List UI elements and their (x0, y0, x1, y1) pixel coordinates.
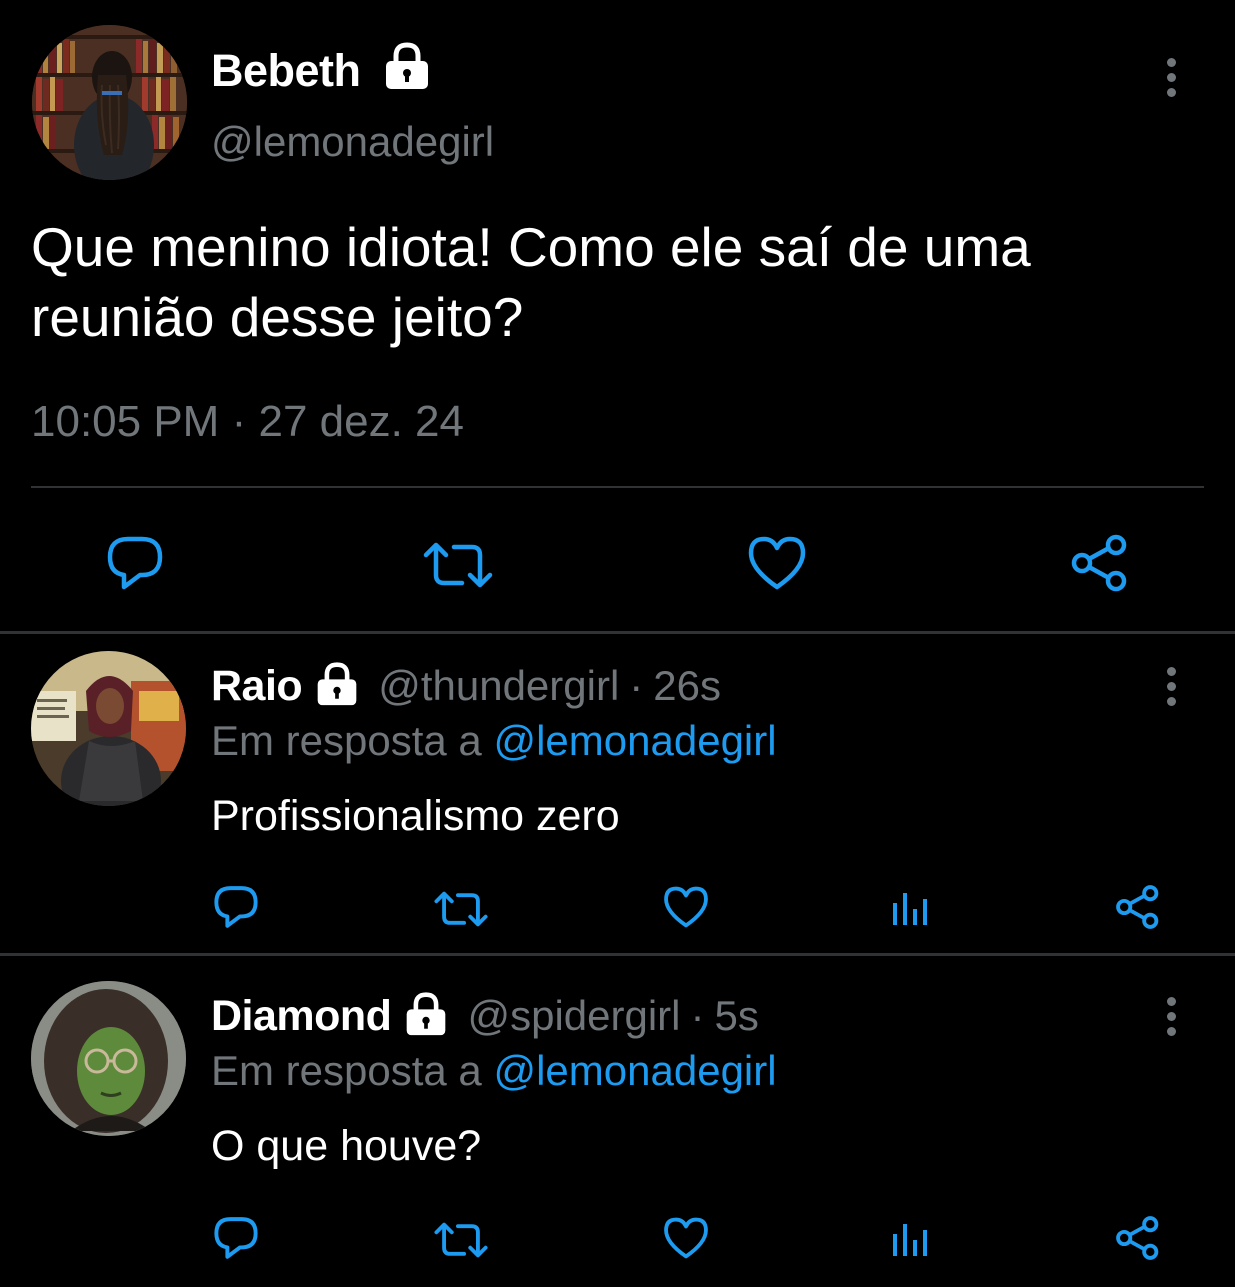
avatar[interactable] (32, 25, 187, 180)
thread-screen: Bebeth @lemonadegirl Que menino idiota! … (0, 0, 1235, 1287)
reply-handle[interactable]: @spidergirl (467, 992, 680, 1040)
author-handle[interactable]: @lemonadegirl (211, 118, 494, 166)
more-vertical-icon[interactable] (1165, 997, 1177, 1042)
share-icon[interactable] (1110, 1210, 1166, 1266)
retweet-icon[interactable] (430, 881, 492, 937)
reply-text: O que houve? (211, 1122, 482, 1170)
replying-to-mention[interactable]: @lemonadegirl (493, 717, 776, 764)
tweet-text: Que menino idiota! Como ele saí de uma r… (31, 216, 1031, 348)
reply-display-name[interactable]: Diamond (211, 992, 392, 1041)
reply-icon[interactable] (208, 1210, 264, 1266)
views-icon[interactable] (885, 881, 937, 937)
replying-to-label: Em resposta a (211, 717, 482, 764)
retweet-icon[interactable] (430, 1212, 492, 1268)
lock-icon (403, 991, 449, 1042)
tweet-actions (0, 520, 1235, 600)
more-vertical-icon[interactable] (1165, 667, 1177, 712)
reply-icon[interactable] (100, 528, 170, 598)
reply-tweet[interactable]: Raio @thundergirl · 26s Em resposta a @l… (0, 634, 1235, 952)
share-icon[interactable] (1110, 879, 1166, 935)
more-vertical-icon[interactable] (1165, 58, 1177, 103)
main-tweet: Bebeth @lemonadegirl Que menino idiota! … (0, 0, 1235, 632)
retweet-icon[interactable] (418, 530, 498, 600)
replying-to: Em resposta a @lemonadegirl (211, 717, 777, 765)
reply-header: Raio @thundergirl · 26s (211, 658, 721, 714)
author-name-row: Bebeth (211, 41, 431, 100)
tweet-date: 27 dez. 24 (258, 397, 464, 446)
tweet-time: 10:05 PM (31, 397, 220, 446)
meta-separator: · (629, 662, 644, 709)
lock-icon (383, 41, 431, 96)
replying-to: Em resposta a @lemonadegirl (211, 1047, 777, 1095)
divider (31, 486, 1204, 488)
reply-handle[interactable]: @thundergirl (378, 662, 619, 710)
replying-to-mention[interactable]: @lemonadegirl (493, 1047, 776, 1094)
reply-text: Profissionalismo zero (211, 792, 620, 840)
heart-icon[interactable] (658, 879, 714, 935)
lock-icon (314, 661, 360, 712)
reply-time[interactable]: 5s (715, 992, 759, 1040)
reply-icon[interactable] (208, 879, 264, 935)
reply-display-name[interactable]: Raio (211, 662, 303, 711)
avatar[interactable] (31, 981, 186, 1136)
tweet-timestamp: 10:05 PM · 27 dez. 24 (31, 397, 464, 447)
heart-icon[interactable] (658, 1210, 714, 1266)
meta-separator: · (231, 397, 247, 446)
heart-icon[interactable] (742, 528, 812, 598)
meta-separator: · (690, 992, 705, 1039)
reply-tweet[interactable]: Diamond @spidergirl · 5s Em resposta a @… (0, 956, 1235, 1287)
reply-time[interactable]: 26s (653, 662, 721, 710)
avatar[interactable] (31, 651, 186, 806)
reply-header: Diamond @spidergirl · 5s (211, 988, 759, 1044)
share-icon[interactable] (1065, 528, 1135, 598)
author-display-name[interactable]: Bebeth (211, 45, 361, 97)
views-icon[interactable] (885, 1212, 937, 1268)
replying-to-label: Em resposta a (211, 1047, 482, 1094)
